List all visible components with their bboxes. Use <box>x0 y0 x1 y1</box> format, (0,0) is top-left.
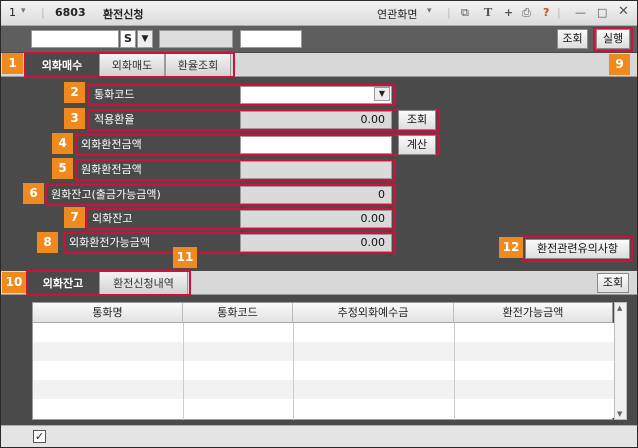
account-name-field <box>159 30 233 48</box>
exchange-request-window: 1 ▾ | 6803 환전신청 연관화면 ▾ | ⧉ T + ⎙ ? | — □… <box>0 0 638 448</box>
applied-rate-label: 적용환율 <box>94 113 135 126</box>
fx-available-label: 외화환전가능금액 <box>69 236 150 249</box>
highlight-box <box>593 27 633 52</box>
table-row[interactable] <box>33 399 614 418</box>
help-icon[interactable]: ? <box>543 6 549 19</box>
screen-code: 6803 <box>55 6 86 19</box>
annotation-badge: 2 <box>64 82 85 103</box>
option-checkbox[interactable]: ✓ <box>33 430 46 443</box>
rate-query-button[interactable]: 조회 <box>398 110 436 130</box>
calculate-button[interactable]: 계산 <box>398 135 436 155</box>
linked-screen-dropdown-icon[interactable]: ▾ <box>427 6 432 16</box>
annotation-badge: 10 <box>2 272 26 293</box>
table-row[interactable] <box>33 361 614 380</box>
fx-amount-input[interactable] <box>240 136 392 154</box>
screen-link-icon[interactable]: ⧉ <box>461 6 469 20</box>
annotation-badge: 6 <box>23 183 44 204</box>
fx-balance-field: 0.00 <box>240 210 392 228</box>
column-header-estimated-deposit[interactable]: 추정외화예수금 <box>293 303 454 323</box>
separator: | <box>447 6 451 19</box>
krw-amount-label: 원화환전금액 <box>81 163 142 176</box>
print-icon[interactable]: ⎙ <box>522 6 531 20</box>
window-number-dropdown-icon[interactable]: ▾ <box>21 6 26 16</box>
title-bar: 1 ▾ | 6803 환전신청 연관화면 ▾ | ⧉ T + ⎙ ? | — □… <box>1 1 637 26</box>
fx-balance-label: 외화잔고 <box>92 212 133 225</box>
grid-scrollbar[interactable]: ▲ ▼ <box>614 302 627 420</box>
table-row[interactable] <box>33 380 614 399</box>
krw-amount-field <box>240 161 392 179</box>
exchange-notice-button[interactable]: 환전관련유의사항 <box>525 239 630 259</box>
maximize-icon[interactable]: □ <box>597 6 607 19</box>
krw-balance-field: 0 <box>240 186 392 204</box>
highlight-box <box>26 270 191 296</box>
account-number-input[interactable] <box>31 30 119 48</box>
fx-balance-grid: 통화명 통화코드 추정외화예수금 환전가능금액 <box>32 302 614 420</box>
table-row[interactable] <box>33 342 614 361</box>
separator: | <box>41 6 45 19</box>
account-type-indicator: S <box>120 30 136 48</box>
scroll-down-icon[interactable]: ▼ <box>617 410 622 418</box>
account-dropdown-icon[interactable]: ▼ <box>137 30 153 48</box>
annotation-badge: 5 <box>52 158 73 179</box>
scroll-up-icon[interactable]: ▲ <box>617 304 622 312</box>
grid-query-button[interactable]: 조회 <box>597 273 629 293</box>
column-divider <box>183 323 184 420</box>
linked-screen-menu[interactable]: 연관화면 <box>377 6 417 22</box>
table-row[interactable] <box>33 323 614 342</box>
password-input[interactable] <box>240 30 302 48</box>
account-toolbar: S ▼ 조회 실행 <box>1 26 637 52</box>
column-header-currency-name[interactable]: 통화명 <box>33 303 183 323</box>
currency-code-label: 통화코드 <box>94 88 135 101</box>
annotation-badge: 9 <box>609 54 630 75</box>
highlight-box <box>24 52 235 78</box>
window-title: 환전신청 <box>103 8 144 21</box>
annotation-badge: 3 <box>64 108 85 129</box>
query-button[interactable]: 조회 <box>557 29 588 49</box>
annotation-badge: 1 <box>2 53 23 74</box>
column-divider <box>293 323 294 420</box>
add-icon[interactable]: + <box>504 6 513 19</box>
currency-code-dropdown-icon[interactable]: ▼ <box>374 87 390 101</box>
fx-available-field: 0.00 <box>240 234 392 252</box>
annotation-badge: 8 <box>37 232 58 253</box>
text-size-icon[interactable]: T <box>484 6 492 19</box>
krw-balance-label: 원화잔고(출금가능금액) <box>51 188 161 201</box>
status-bar: ✓ <box>1 425 637 447</box>
annotation-badge: 12 <box>499 237 523 258</box>
column-divider <box>454 323 455 420</box>
window-number: 1 <box>9 6 16 19</box>
close-icon[interactable]: ✕ <box>618 4 629 19</box>
applied-rate-field: 0.00 <box>240 111 392 129</box>
column-header-exchangeable-amount[interactable]: 환전가능금액 <box>454 303 612 323</box>
currency-code-select[interactable] <box>240 86 392 104</box>
annotation-badge: 4 <box>52 133 73 154</box>
annotation-badge: 11 <box>173 247 197 268</box>
separator: | <box>557 6 561 19</box>
column-header-currency-code[interactable]: 통화코드 <box>183 303 293 323</box>
minimize-icon[interactable]: — <box>575 6 586 19</box>
fx-amount-label: 외화환전금액 <box>81 138 142 151</box>
annotation-badge: 7 <box>64 207 85 228</box>
